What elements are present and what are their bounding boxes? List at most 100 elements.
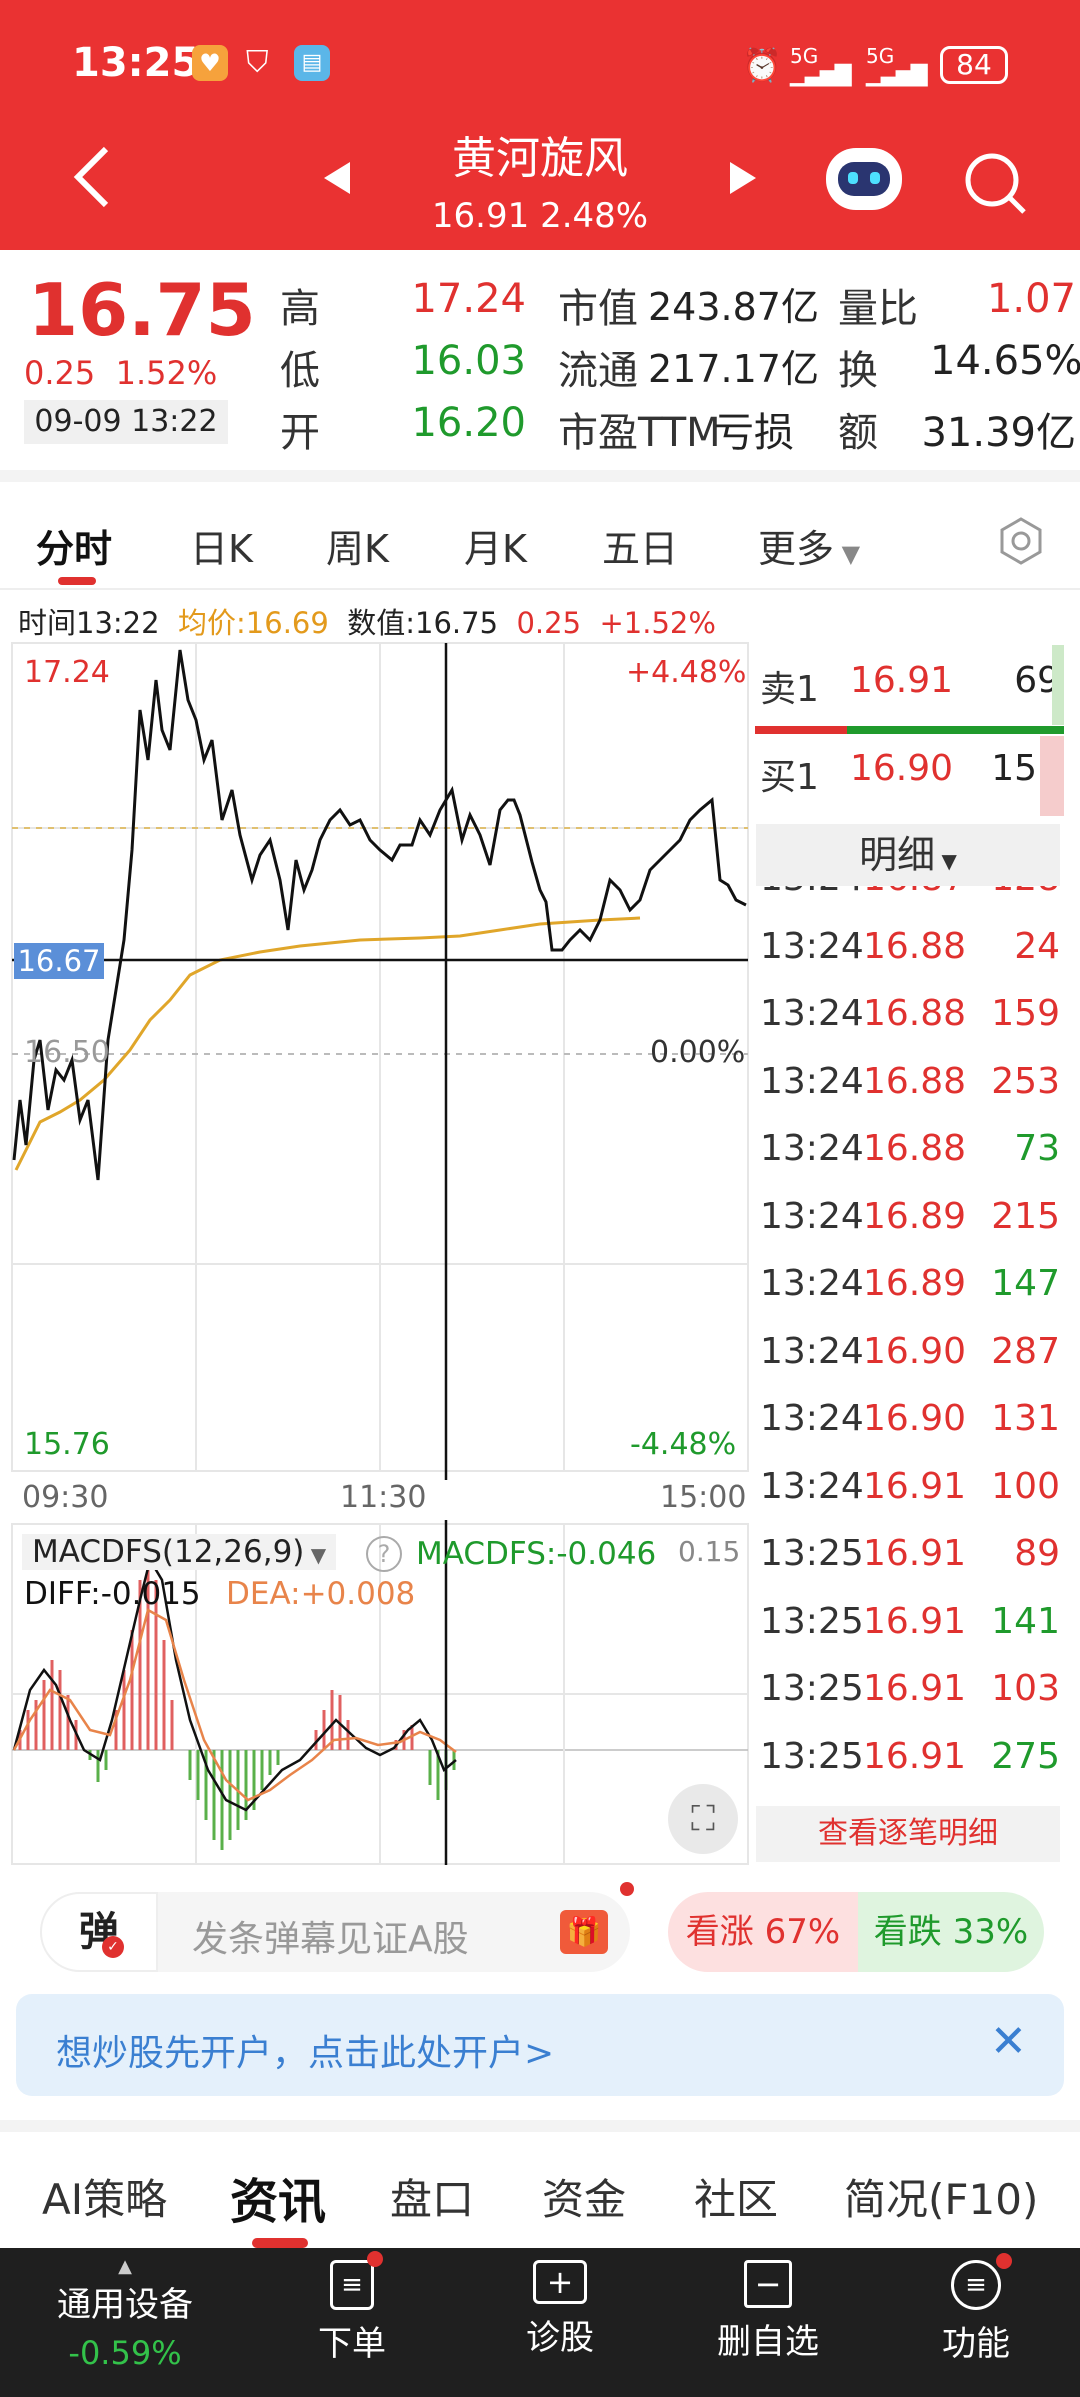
vote-up-button[interactable]: 看涨 67% [668,1892,858,1972]
trade-price: 16.89 [863,1195,967,1237]
change-amount: 0.25 [24,354,96,392]
tab-capital[interactable]: 资金 [542,2166,626,2227]
app-heart-icon: ♥ [192,45,228,81]
tab-orderbook[interactable]: 盘口 [390,2166,474,2227]
trade-volume: 287 [991,1330,1060,1372]
nav-diagnose[interactable]: + 诊股 [460,2260,660,2359]
tab-monthly-k[interactable]: 月K [464,518,527,573]
trade-row: 13:25 16.91 89 [760,1533,1060,1600]
danmu-bar[interactable]: 弹 ✓ 发条弹幕见证A股 🎁 [40,1882,634,1972]
trade-time: 13:24 [760,1195,864,1237]
trade-time: 13:24 [760,1330,864,1372]
vote-down-button[interactable]: 看跌 33% [858,1892,1044,1972]
nav-order[interactable]: ≡ 下单 [252,2251,452,2365]
nav-functions-label: 功能 [942,2324,1010,2364]
trade-time: 13:25 [760,1600,864,1642]
menu-icon: ≡ [951,2253,1012,2310]
x-axis-mid: 11:30 [340,1480,427,1515]
trade-price: 16.91 [863,1465,967,1507]
macd-indicator-selector[interactable]: MACDFS(12,26,9) ▼ [22,1534,337,1570]
tab-daily-k[interactable]: 日K [190,518,253,573]
alarm-icon: ⏰ [742,46,782,84]
trade-volume: 73 [1014,1128,1060,1169]
tab-weekly-k[interactable]: 周K [326,518,389,573]
trade-row: 13:24 16.88 159 [760,993,1060,1060]
quote-datetime: 09-09 13:22 [24,400,228,444]
tab-news[interactable]: 资讯 [230,2162,326,2232]
remove-icon: − [744,2260,792,2308]
tab-ai-strategy[interactable]: AI策略 [42,2166,167,2227]
detail-toggle[interactable]: 明细 ▼ [756,824,1060,886]
trade-volume: 275 [991,1735,1060,1777]
trade-volume: 131 [991,1398,1060,1439]
intraday-chart[interactable] [0,640,752,1520]
tab-intraday[interactable]: 分时 [36,518,112,573]
stat-label-mktcap: 市值 [558,286,638,332]
detail-label: 明细 [859,833,936,877]
x-axis-end: 15:00 [660,1480,747,1515]
danmu-badge: 弹 ✓ [40,1892,158,1972]
tab-five-day[interactable]: 五日 [602,518,678,573]
prev-stock-icon[interactable] [322,160,352,196]
tab-more[interactable]: 更多 ▼ [758,518,860,573]
stat-label-open: 开 [280,410,320,456]
trade-time: 13:25 [760,1533,864,1574]
buy1-price: 16.90 [850,748,954,789]
robot-assistant-icon[interactable] [826,148,902,210]
trade-volume: 147 [991,1263,1060,1304]
gift-icon[interactable]: 🎁 [560,1910,608,1954]
trade-price: 16.89 [863,1263,967,1304]
fullscreen-icon[interactable]: ⛶ [668,1784,738,1854]
close-icon[interactable]: ✕ [990,2016,1027,2067]
next-stock-icon[interactable] [728,160,758,196]
search-icon[interactable] [962,150,1028,216]
help-icon[interactable]: ? [366,1536,402,1572]
trade-row: 13:2416.87 128 [760,886,1060,925]
industry-index[interactable]: ▲ 通用设备 -0.59% [20,2256,230,2372]
change-pct: 1.52% [115,354,218,392]
stat-label-amount: 额 [838,410,878,456]
trade-time: 13:24 [760,1060,864,1102]
nav-remove-watchlist[interactable]: − 删自选 [668,2260,868,2363]
trade-price: 16.90 [863,1330,967,1372]
stat-value-float: 217.17亿 [648,347,819,391]
notification-dot [620,1882,634,1896]
trade-list[interactable]: 13:2416.8712813:2416.882413:2416.8815913… [756,886,1066,1782]
chevron-down-icon: ▼ [935,849,957,873]
caret-up-icon: ▲ [118,2256,132,2277]
industry-name: 通用设备 [57,2285,193,2325]
view-tick-details-button[interactable]: 查看逐笔明细 [756,1806,1060,1862]
sell1-price: 16.91 [850,660,954,701]
trade-row: 13:25 16.91 103 [760,1668,1060,1735]
current-price: 16.75 [28,268,256,352]
back-icon[interactable] [70,145,114,209]
settings-icon[interactable] [996,516,1046,566]
stock-name: 黄河旋风 [452,133,628,184]
sell1-volume-bar [1052,645,1064,725]
trade-time: 13:24 [760,1128,864,1169]
signal-1-icon: ▁▃▅▇ [790,62,852,87]
tab-community[interactable]: 社区 [694,2166,778,2227]
stat-label-high: 高 [280,286,320,332]
y-axis-mid: 16.50 [24,1035,110,1070]
tab-f10[interactable]: 简况(F10) [844,2166,1038,2227]
trade-price: 16.88 [863,1060,967,1102]
trade-price: 16.91 [863,1533,967,1574]
trade-price: 16.91 [863,1600,967,1642]
trade-volume: 215 [991,1195,1060,1237]
nav-functions[interactable]: ≡ 功能 [876,2253,1076,2365]
trade-price: 16.87 [863,886,966,899]
macd-diff: DIFF:-0.015 [24,1576,201,1612]
macd-name: MACDFS(12,26,9) [32,1534,305,1570]
trade-volume: 89 [1014,1533,1060,1574]
signal-2-icon: ▁▃▅▇ [866,62,928,87]
trade-time: 13:24 [760,1465,864,1507]
check-icon: ✓ [102,1936,124,1958]
macd-value: MACDFS:-0.046 [416,1536,657,1572]
trade-row: 13:25 16.91 275 [760,1736,1060,1783]
open-account-banner[interactable]: 想炒股先开户，点击此处开户> ✕ [16,1994,1064,2096]
trade-row: 13:25 16.91 141 [760,1601,1060,1668]
stat-value-volratio: 1.07 [986,276,1076,322]
trade-price: 16.91 [863,1735,967,1777]
buy1-label: 买1 [760,757,819,798]
